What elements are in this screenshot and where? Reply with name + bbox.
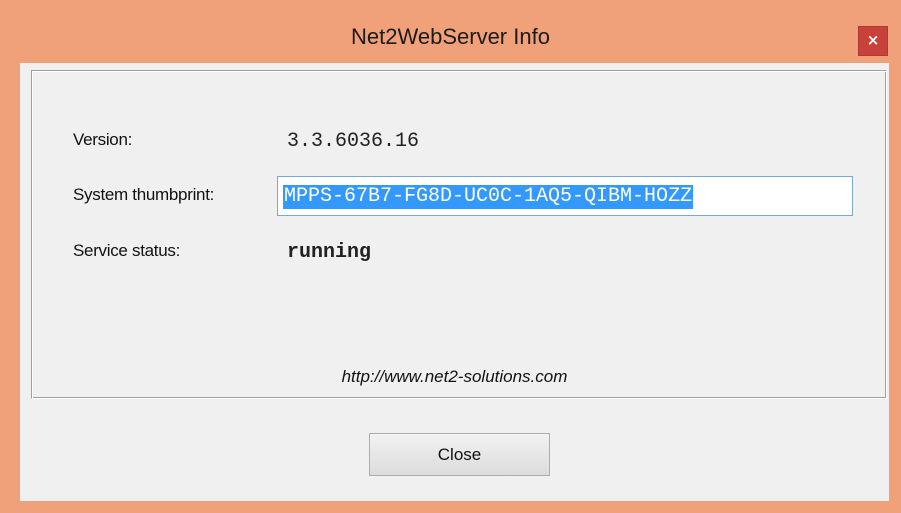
- status-value: running: [287, 241, 372, 264]
- dialog-client-area: Version: 3.3.6036.16 System thumbprint: …: [20, 63, 889, 501]
- close-button[interactable]: Close: [369, 433, 550, 476]
- website-link[interactable]: http://www.net2-solutions.com: [20, 367, 889, 387]
- info-dialog-window: Net2WebServer Info × Version: 3.3.6036.1…: [0, 0, 901, 513]
- close-icon[interactable]: ×: [858, 26, 888, 56]
- window-title: Net2WebServer Info: [351, 24, 550, 49]
- version-label: Version:: [73, 130, 133, 149]
- version-value: 3.3.6036.16: [287, 130, 420, 153]
- thumbprint-field[interactable]: MPPS-67B7-FG8D-UC0C-1AQ5-QIBM-HOZZ: [277, 176, 853, 216]
- status-label: Service status:: [73, 241, 180, 260]
- thumbprint-label: System thumbprint:: [73, 185, 215, 204]
- info-group-box: Version: 3.3.6036.16 System thumbprint: …: [31, 70, 887, 399]
- title-bar[interactable]: Net2WebServer Info ×: [0, 0, 901, 62]
- thumbprint-selected-text[interactable]: MPPS-67B7-FG8D-UC0C-1AQ5-QIBM-HOZZ: [283, 185, 694, 209]
